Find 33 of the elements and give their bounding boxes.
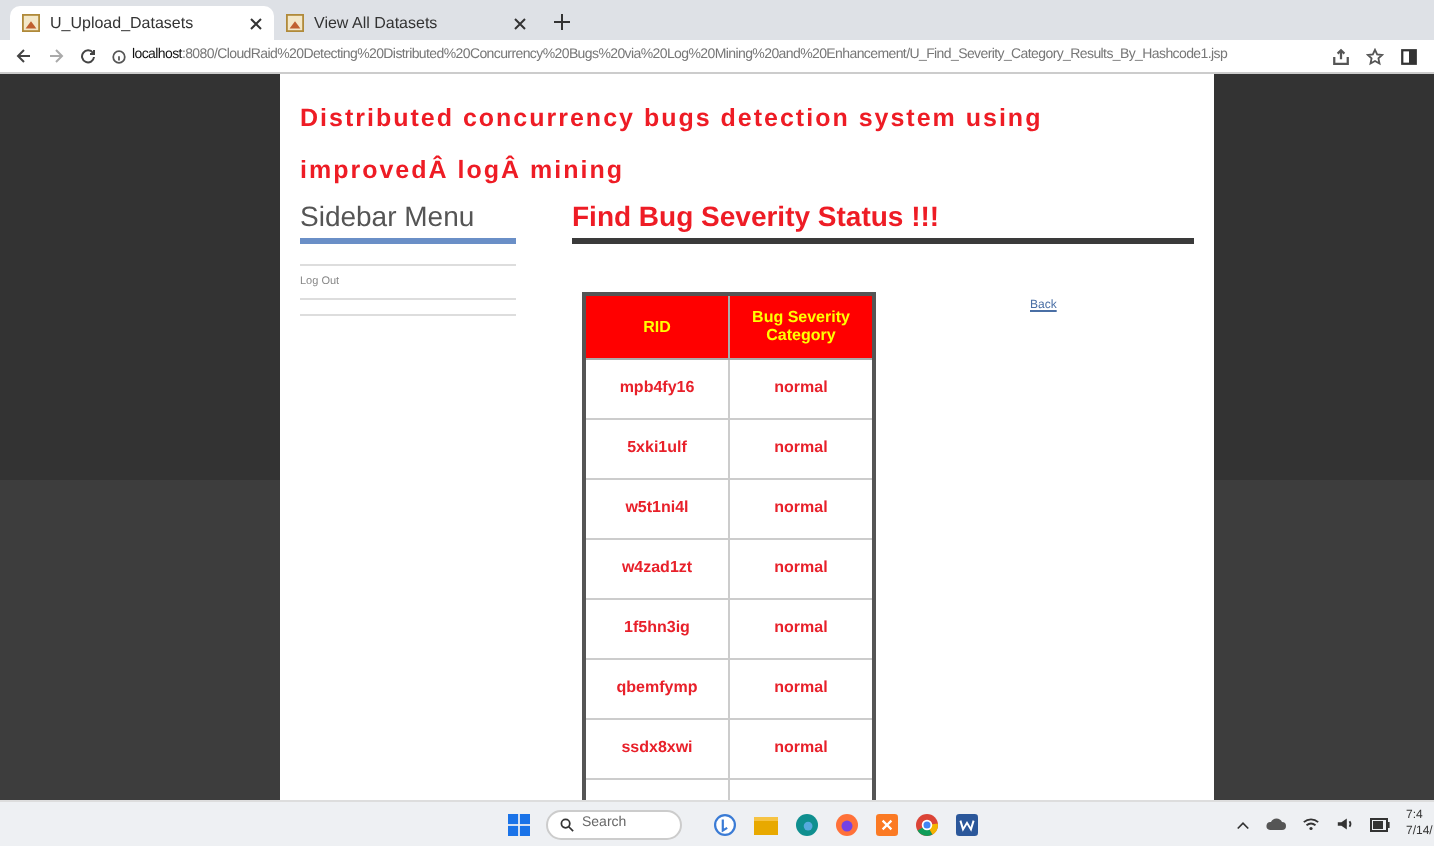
- back-icon[interactable]: [16, 48, 32, 64]
- share-icon[interactable]: [1332, 47, 1350, 65]
- speaker-icon[interactable]: [1336, 816, 1354, 832]
- table-cell: 5xki1ulf: [584, 418, 729, 478]
- site-title: improvedÂ logÂ mining: [300, 154, 626, 186]
- close-icon[interactable]: [250, 17, 262, 29]
- sidebar-heading: Sidebar Menu: [300, 198, 477, 234]
- new-tab-icon[interactable]: [554, 14, 570, 30]
- chevron-up-icon[interactable]: [1236, 817, 1250, 831]
- page-heading: Find Bug Severity Status !!!: [572, 198, 942, 234]
- column-header: RID: [584, 294, 729, 358]
- windows-icon[interactable]: [508, 813, 530, 835]
- site-title: Distributed concurrency bugs detection system using: [300, 102, 1045, 134]
- chrome-icon[interactable]: [916, 813, 938, 835]
- browser-tab[interactable]: U_Upload_Datasets: [10, 6, 274, 40]
- cloud-icon[interactable]: [1266, 816, 1286, 832]
- close-icon[interactable]: [514, 17, 526, 29]
- star-icon[interactable]: [1366, 47, 1384, 65]
- sidebar-icon[interactable]: [1400, 47, 1418, 65]
- word-icon[interactable]: [956, 813, 978, 835]
- battery-icon[interactable]: [1370, 817, 1390, 831]
- table-cell: mpb4fy16: [584, 358, 729, 418]
- table-cell: 1f5hn3ig: [584, 598, 729, 658]
- page-icon: [286, 14, 304, 32]
- info-icon[interactable]: [112, 49, 126, 63]
- page-icon: [22, 14, 40, 32]
- table-cell: w4zad1zt: [584, 538, 729, 598]
- table-cell: w5t1ni4l: [584, 478, 729, 538]
- search-icon: [560, 817, 574, 831]
- table-cell: qbemfymp: [584, 658, 729, 718]
- table-cell: ssdx8xwi: [584, 718, 729, 778]
- wifi-icon[interactable]: [1302, 816, 1320, 832]
- reload-icon[interactable]: [80, 48, 96, 64]
